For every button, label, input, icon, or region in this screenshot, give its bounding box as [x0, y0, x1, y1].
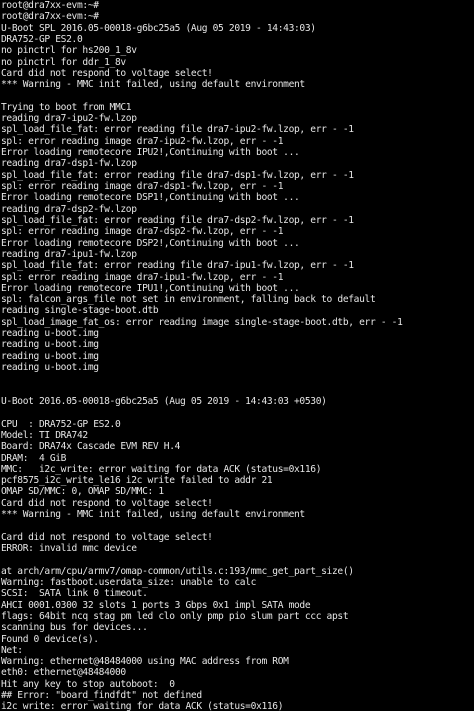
- terminal-line: AHCI 0001.0300 32 slots 1 ports 3 Gbps 0…: [1, 599, 311, 611]
- terminal-line: Trying to boot from MMC1: [1, 101, 132, 113]
- terminal-line: no pinctrl for hs200_1_8v: [1, 45, 137, 57]
- terminal-line: DRAM: 4 GiB: [1, 452, 67, 464]
- terminal-line: reading dra7-dsp2-fw.lzop: [1, 203, 137, 215]
- terminal-line: reading dra7-ipu2-fw.lzop: [1, 113, 137, 125]
- terminal-line: reading u-boot.img: [1, 339, 99, 351]
- terminal-line: root@dra7xx-evm:~#: [1, 11, 99, 23]
- terminal-line: spl_load_image_fat_os: error reading ima…: [1, 316, 403, 328]
- terminal-line: reading u-boot.img: [1, 328, 99, 340]
- terminal-line: reading u-boot.img: [1, 350, 99, 362]
- terminal-line: reading dra7-dsp1-fw.lzop: [1, 158, 137, 170]
- terminal-line: spl_load_file_fat: error reading file dr…: [1, 124, 354, 136]
- terminal-line: Board: DRA74x Cascade EVM REV H.4: [1, 441, 181, 453]
- terminal-line: reading u-boot.img: [1, 362, 99, 373]
- terminal-line: spl_load_file_fat: error reading file dr…: [1, 169, 354, 181]
- terminal-line: ## Error: "board_findfdt" not defined: [1, 690, 202, 702]
- terminal-line: *** Warning - MMC init failed, using def…: [1, 509, 305, 521]
- terminal-line: no pinctrl for ddr_1_8v: [1, 56, 126, 68]
- terminal-line: flags: 64bit ncq stag pm led clo only pm…: [1, 610, 349, 622]
- terminal-line: *** Warning - MMC init failed, using def…: [1, 79, 305, 91]
- terminal-line: at arch/arm/cpu/armv7/omap-common/utils.…: [1, 565, 354, 577]
- terminal-line: Warning: ethernet@48484000 using MAC add…: [1, 656, 289, 668]
- terminal-line: root@dra7xx-evm:~#: [1, 0, 99, 11]
- terminal-line: OMAP SD/MMC: 0, OMAP SD/MMC: 1: [1, 486, 164, 498]
- terminal-line: reading dra7-ipu1-fw.lzop: [1, 248, 137, 260]
- terminal-line: Error loading remotecore DSP2!,Continuin…: [1, 237, 300, 249]
- terminal-line: Error loading remotecore IPU1!,Continuin…: [1, 282, 300, 294]
- terminal-line: spl: error reading image dra7-dsp1-fw.lz…: [1, 181, 284, 192]
- terminal-line: spl: error reading image dra7-ipu2-fw.lz…: [1, 135, 284, 147]
- terminal-line: eth0: ethernet@48484000: [1, 667, 126, 679]
- terminal-line: spl: falcon_args_file not set in environ…: [1, 294, 376, 306]
- terminal-line: Error loading remotecore IPU2!,Continuin…: [1, 147, 300, 159]
- terminal-line: Warning: fastboot.userdata_size: unable …: [1, 576, 257, 588]
- terminal-line: U-Boot SPL 2016.05-00018-g6bc25a5 (Aug 0…: [1, 22, 316, 34]
- terminal-line: Error loading remotecore DSP1!,Continuin…: [1, 192, 300, 204]
- terminal-line: MMC: i2c_write: error waiting for data A…: [1, 463, 322, 475]
- terminal-line: Found 0 device(s).: [1, 633, 99, 645]
- terminal-line: U-Boot 2016.05-00018-g6bc25a5 (Aug 05 20…: [1, 395, 327, 407]
- terminal-line: Net:: [1, 644, 23, 656]
- terminal-line: pcf8575_i2c_write_le16 i2c write failed …: [1, 475, 273, 487]
- terminal-line: DRA752-GP ES2.0: [1, 33, 83, 45]
- terminal-line: Card did not respond to voltage select!: [1, 67, 213, 79]
- terminal-line: CPU : DRA752-GP ES2.0: [1, 418, 121, 430]
- terminal-line: spl_load_file_fat: error reading file dr…: [1, 260, 354, 272]
- terminal-line: scanning bus for devices...: [1, 622, 148, 634]
- terminal-line: Card did not respond to voltage select!: [1, 497, 213, 509]
- terminal-line: spl: error reading image dra7-dsp2-fw.lz…: [1, 226, 284, 238]
- terminal-line: Hit any key to stop autoboot: 0: [1, 678, 175, 690]
- terminal-line: Model: TI DRA742: [1, 429, 88, 441]
- terminal-line: Card did not respond to voltage select!: [1, 531, 213, 543]
- terminal-line: spl: error reading image dra7-ipu1-fw.lz…: [1, 271, 284, 283]
- terminal-line: ERROR: invalid mmc device: [1, 543, 137, 554]
- terminal-line: reading single-stage-boot.dtb: [1, 305, 159, 317]
- terminal-line: spl_load_file_fat: error reading file dr…: [1, 214, 354, 226]
- terminal-line: SCSI: SATA link 0 timeout.: [1, 588, 148, 600]
- terminal-window[interactable]: root@dra7xx-evm:~# root@dra7xx-evm:~# U-Bo…: [0, 0, 474, 711]
- terminal-line: i2c_write: error waiting for data ACK (s…: [1, 701, 284, 711]
